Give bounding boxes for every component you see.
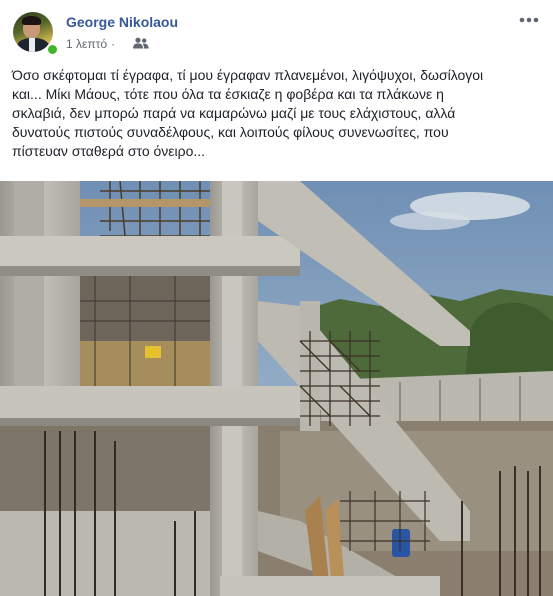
online-status-indicator: [46, 43, 59, 56]
author-name[interactable]: George Nikolaou: [66, 14, 178, 30]
post-text: Όσο σκέφτομαι τί έγραφα, τί μου έγραφαν …: [12, 67, 484, 159]
post-header: George Nikolaou 1 λεπτό ·: [10, 10, 543, 56]
post-meta: 1 λεπτό ·: [66, 37, 119, 51]
more-options-icon[interactable]: [517, 12, 541, 28]
facebook-post: George Nikolaou 1 λεπτό · Όσο σκέφτομαι τ…: [0, 0, 553, 596]
construction-site-photo: [0, 181, 553, 596]
avatar-shirt: [29, 38, 35, 52]
meta-separator: ·: [111, 37, 116, 51]
friends-icon[interactable]: [133, 37, 149, 49]
post-photo[interactable]: [0, 181, 553, 596]
post-timestamp[interactable]: 1 λεπτό: [66, 37, 107, 51]
avatar-hair: [22, 16, 41, 25]
